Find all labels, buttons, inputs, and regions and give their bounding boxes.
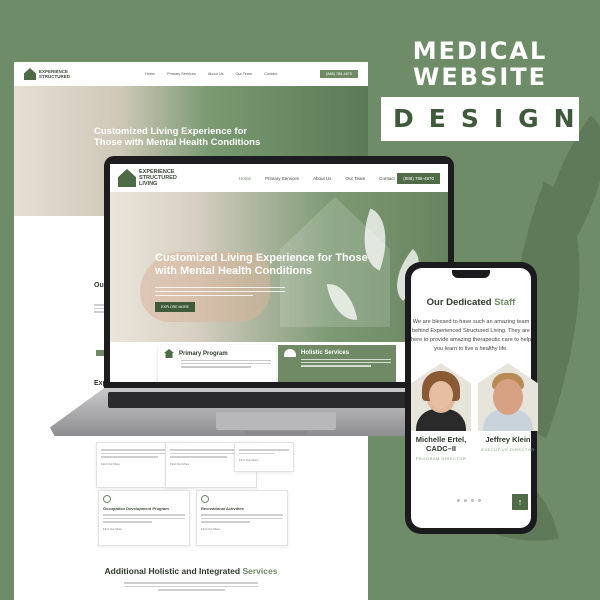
nav-primary-services[interactable]: Primary Services	[167, 72, 196, 76]
laptop-nav: EXPERIENCE STRUCTURED LIVING Home Primar…	[110, 164, 448, 192]
staff-card-jeffrey[interactable]: Jeffrey Klein EXECUTIVE DIRECTOR	[478, 363, 538, 452]
name-line: CADC–II	[425, 444, 456, 453]
body-line: here to provide amazing therapeutic care…	[411, 337, 532, 343]
banner-line-1: MEDICAL	[412, 37, 548, 65]
staff-name: Jeffrey Klein	[478, 435, 538, 444]
card-title: Primary Program	[179, 350, 228, 357]
people-icon	[284, 349, 296, 357]
carousel-dot[interactable]	[457, 499, 460, 502]
check-circle-icon	[201, 495, 209, 503]
nav-home[interactable]: Home	[145, 72, 155, 76]
find-out-more-link[interactable]: Find Out More	[103, 527, 185, 531]
nav-contact[interactable]: Contact	[379, 176, 395, 181]
carousel-dots[interactable]	[457, 499, 481, 502]
holistic-services-card[interactable]: Holistic Services	[278, 345, 396, 382]
staff-name: Michelle Ertel, CADC–II	[411, 435, 471, 453]
hero-subtext	[155, 284, 285, 299]
staff-card-michelle[interactable]: Michelle Ertel, CADC–II PROGRAM DIRECTOR	[411, 363, 471, 461]
banner-title: MEDICAL WEBSITE	[380, 38, 580, 90]
nav-home[interactable]: Home	[239, 176, 251, 181]
name-line: Jeffrey Klein	[485, 435, 531, 444]
house-logo-icon	[118, 169, 136, 187]
house-logo-icon	[24, 68, 36, 80]
banner-design-box: DESIGN	[381, 97, 579, 141]
staff-role: EXECUTIVE DIRECTOR	[481, 447, 535, 452]
home-icon	[164, 349, 174, 358]
laptop-notch	[245, 431, 307, 435]
laptop-trackpad	[216, 412, 336, 430]
title-accent: Staff	[494, 297, 516, 308]
nav-our-team[interactable]: Our Team	[235, 72, 252, 76]
additional-services-text	[124, 580, 258, 593]
nav-about-us[interactable]: About Us	[208, 72, 224, 76]
find-out-more-link[interactable]: Find Out More	[239, 458, 289, 462]
nav-about-us[interactable]: About Us	[313, 176, 332, 181]
laptop-logo-text[interactable]: EXPERIENCE STRUCTURED LIVING	[139, 169, 183, 187]
nav-primary-services[interactable]: Primary Services	[265, 176, 299, 181]
hero-headline: Customized Living Experience for Those w…	[155, 252, 368, 277]
primary-program-card[interactable]: Primary Program	[158, 345, 276, 382]
page-hero-headline: Customized Living Experience for Those w…	[94, 126, 261, 148]
card-title: Holistic Services	[301, 350, 350, 356]
carousel-dot[interactable]	[464, 499, 467, 502]
body-line: We are blessed to have such an amazing t…	[412, 319, 530, 325]
card-title: Recreational Activities	[201, 506, 244, 511]
recreational-activities-card[interactable]: Recreational Activities Find Out More	[196, 490, 288, 546]
check-circle-icon	[103, 495, 111, 503]
body-line: you learn to live a healthy life.	[434, 346, 508, 352]
staff-role: PROGRAM DIRECTOR	[415, 456, 467, 461]
body-line: behind Experienced Structured Living. Th…	[411, 328, 531, 334]
brand-line-3: LIVING	[139, 181, 158, 187]
title-main: Additional Holistic and Integrated	[104, 566, 241, 576]
nav-contact[interactable]: Contact	[264, 72, 277, 76]
page-logo[interactable]: EXPERIENCE STRUCTURED	[24, 68, 75, 80]
banner-line-2: WEBSITE	[412, 63, 548, 91]
name-line: Michelle Ertel,	[415, 435, 467, 444]
laptop-screen: EXPERIENCE STRUCTURED LIVING Home Primar…	[110, 164, 448, 382]
laptop-hero: Customized Living Experience for Those w…	[110, 192, 448, 342]
find-out-more-link[interactable]: Find Out More	[201, 527, 283, 531]
brand-line-2: STRUCTURED	[39, 74, 70, 79]
staff-intro-text: We are blessed to have such an amazing t…	[411, 318, 531, 354]
occupation-program-card[interactable]: Occupation Development Program Find Out …	[98, 490, 190, 546]
title-accent: Services	[242, 566, 278, 576]
laptop-keyboard	[108, 392, 444, 408]
page-nav: EXPERIENCE STRUCTURED Home Primary Servi…	[14, 62, 368, 86]
carousel-dot[interactable]	[478, 499, 481, 502]
staff-photo	[478, 363, 538, 431]
explore-more-button[interactable]: EXPLORE MORE	[155, 302, 196, 312]
service-card[interactable]: Find Out More	[234, 442, 294, 472]
nav-our-team[interactable]: Our Team	[346, 176, 366, 181]
phone-notch	[452, 270, 490, 278]
additional-services-title: Additional Holistic and Integrated Servi…	[14, 566, 368, 576]
page-nav-links: Home Primary Services About Us Our Team …	[145, 72, 277, 76]
title-main: Our Dedicated	[426, 297, 492, 308]
phone-cta-button[interactable]: (888) 786-4870	[397, 172, 440, 184]
scroll-top-arrow-icon[interactable]: ↑	[512, 494, 528, 510]
phone-cta-button[interactable]: (888) 786-4870	[320, 70, 358, 78]
staff-photo	[411, 363, 471, 431]
laptop-nav-links: Home Primary Services About Us Our Team …	[239, 176, 395, 181]
card-title: Occupation Development Program	[103, 506, 169, 511]
carousel-dot[interactable]	[471, 499, 474, 502]
staff-section-title: Our Dedicated Staff	[411, 297, 531, 308]
